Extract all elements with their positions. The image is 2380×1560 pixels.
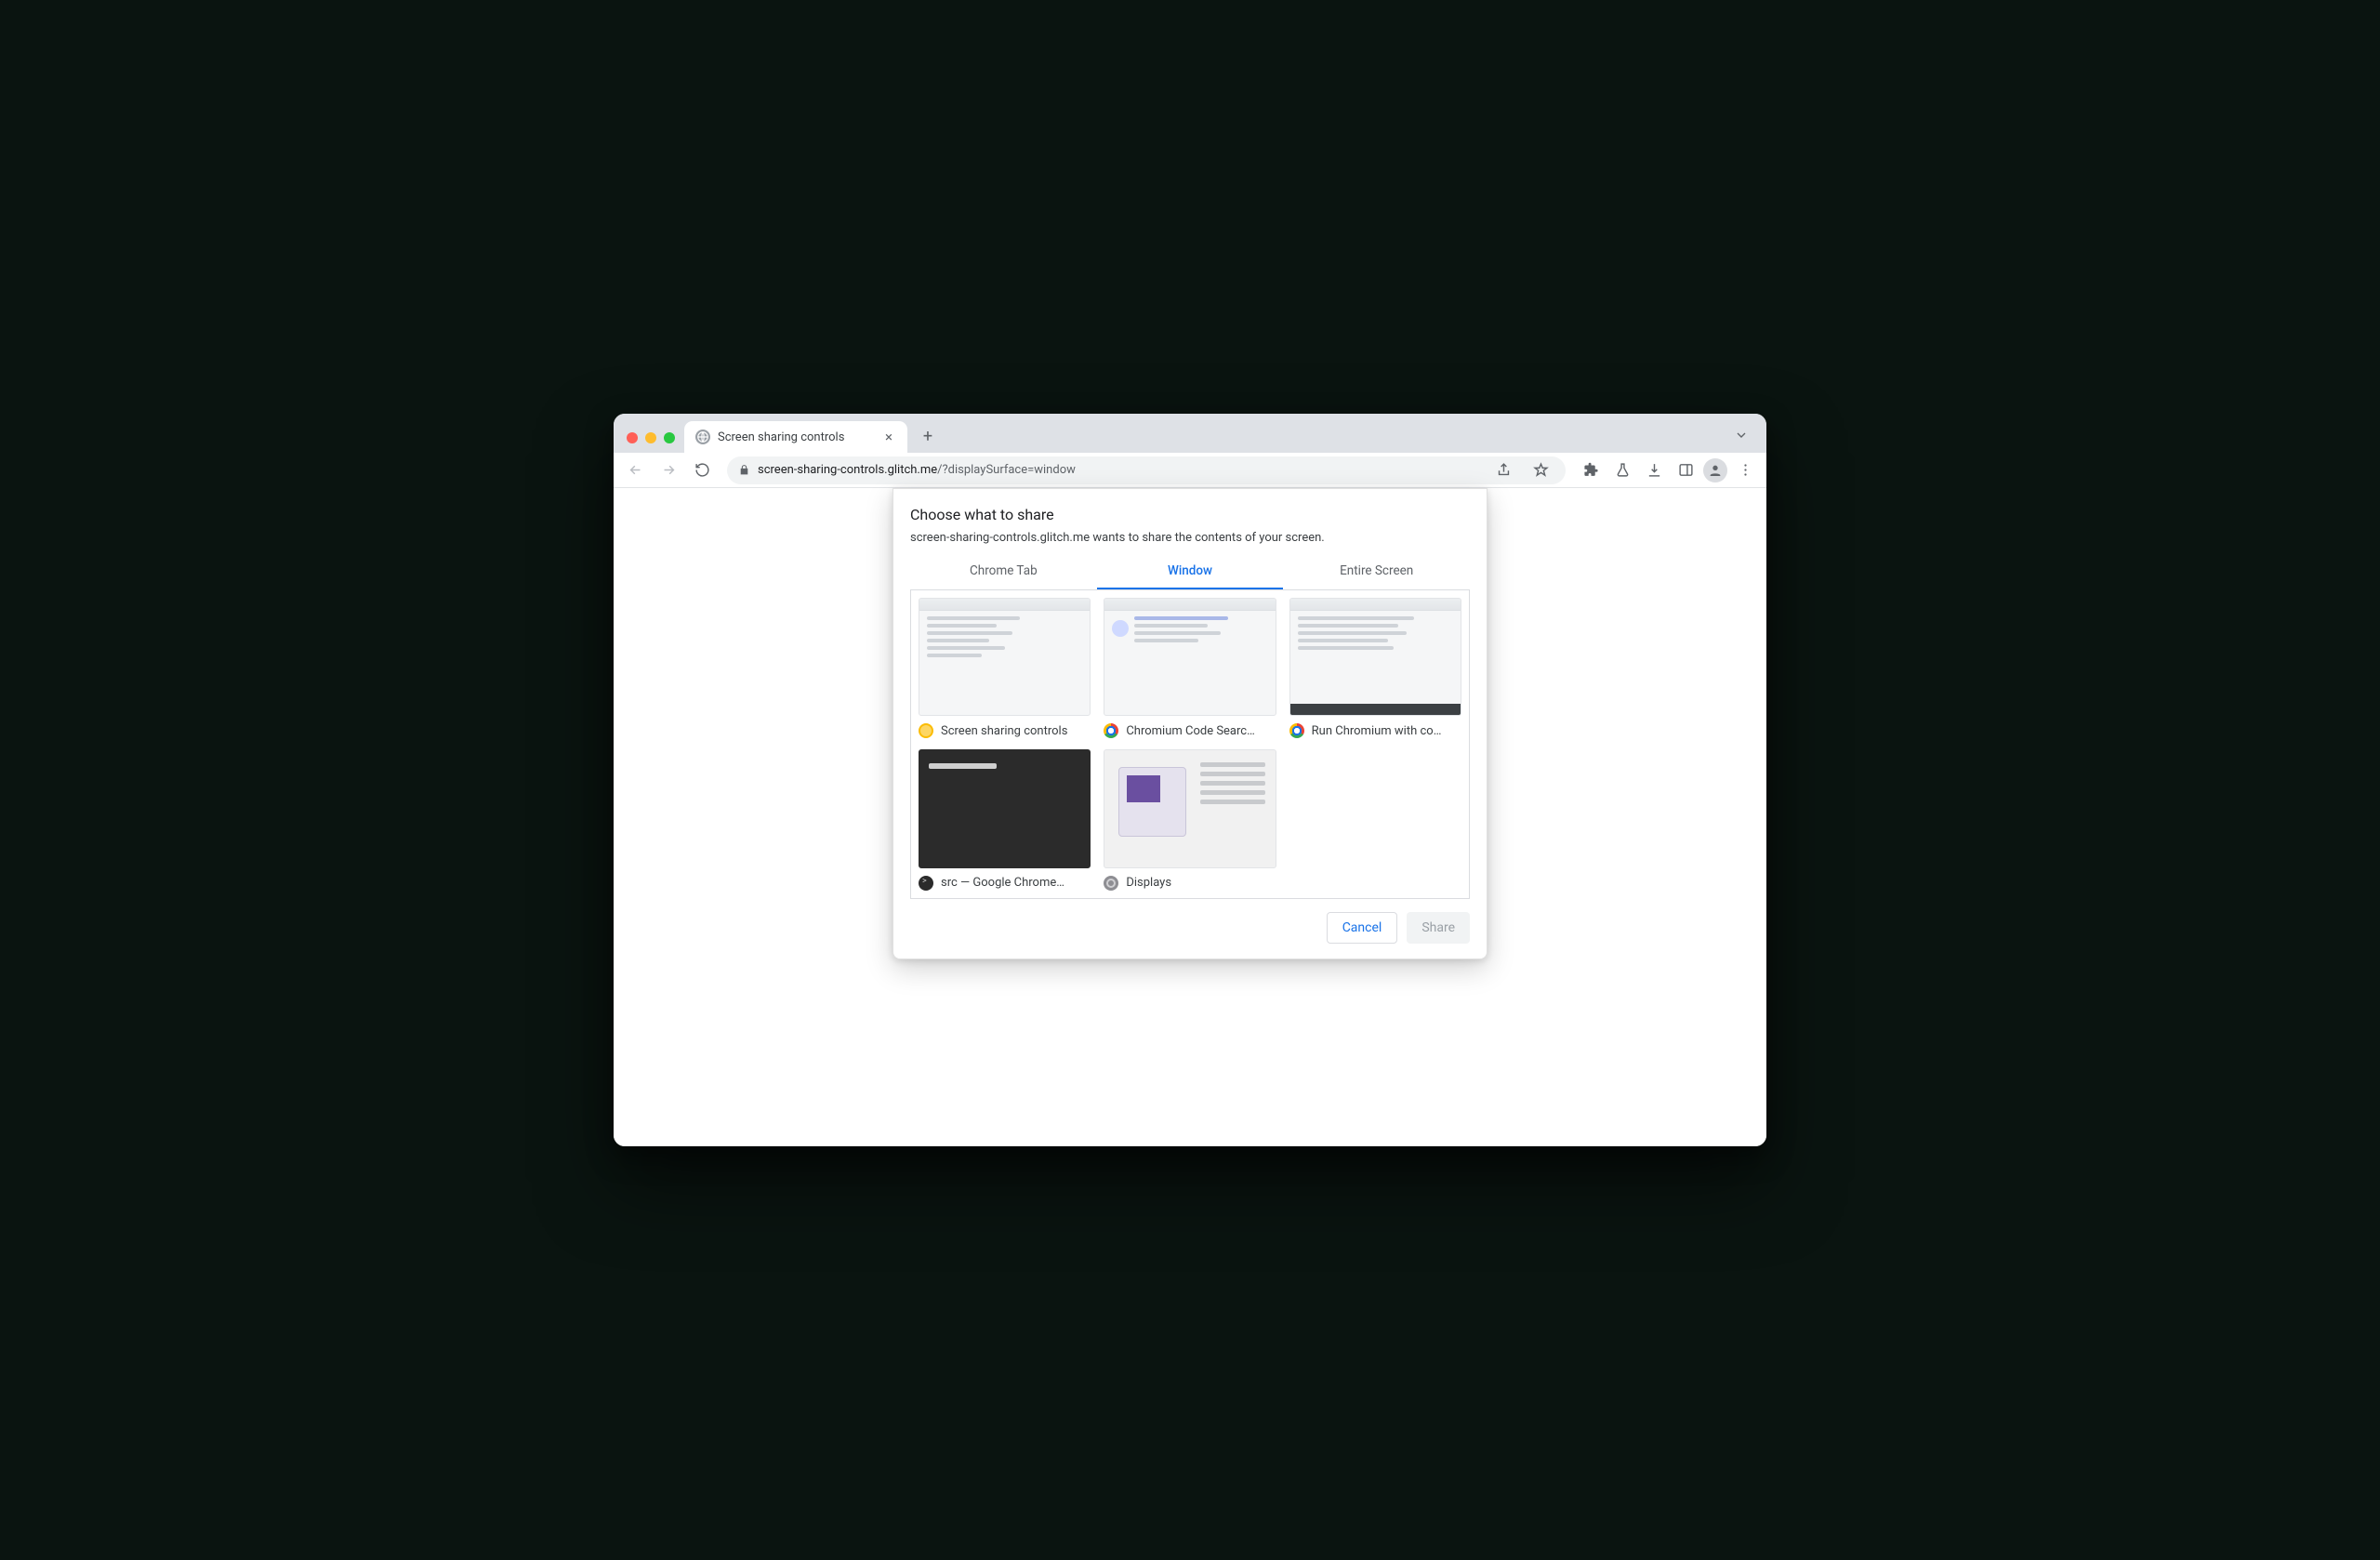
window-label: Run Chromium with co… (1312, 724, 1461, 738)
url-text: screen-sharing-controls.glitch.me/?displ… (758, 463, 1076, 477)
dialog-title: Choose what to share (910, 506, 1470, 523)
address-bar[interactable]: screen-sharing-controls.glitch.me/?displ… (727, 456, 1566, 484)
share-button[interactable]: Share (1407, 912, 1470, 944)
toolbar: screen-sharing-controls.glitch.me/?displ… (614, 453, 1766, 488)
window-controls (621, 432, 684, 453)
downloads-button[interactable] (1640, 456, 1668, 484)
share-sources: Screen sharing controls Chromium Code Se… (910, 589, 1470, 899)
dialog-actions: Cancel Share (893, 899, 1487, 945)
zoom-window-button[interactable] (664, 432, 675, 443)
tab-strip: Screen sharing controls × + (614, 414, 1766, 453)
window-label: Screen sharing controls (941, 724, 1091, 738)
share-dialog: Choose what to share screen-sharing-cont… (892, 488, 1488, 959)
new-tab-button[interactable]: + (915, 423, 941, 449)
terminal-icon (919, 876, 933, 891)
lock-icon (738, 464, 750, 476)
share-page-button[interactable] (1489, 456, 1517, 484)
share-source-card[interactable]: Run Chromium with co… (1289, 598, 1461, 738)
window-thumbnail (1289, 598, 1461, 716)
close-window-button[interactable] (627, 432, 638, 443)
window-thumbnail (1104, 598, 1276, 716)
bookmark-button[interactable] (1527, 456, 1554, 484)
window-label: Displays (1126, 876, 1276, 890)
share-source-card[interactable]: Chromium Code Searc… (1104, 598, 1276, 738)
browser-window: Screen sharing controls × + screen-shari… (614, 414, 1766, 1146)
window-label: Chromium Code Searc… (1126, 724, 1276, 738)
tab-chrome-tab[interactable]: Chrome Tab (910, 554, 1097, 589)
close-tab-button[interactable]: × (881, 430, 896, 444)
window-thumbnail (919, 749, 1091, 867)
chrome-canary-icon (919, 723, 933, 738)
window-thumbnail (919, 598, 1091, 716)
share-source-card[interactable]: Screen sharing controls (919, 598, 1091, 738)
profile-button[interactable] (1703, 458, 1727, 483)
tab-overflow-button[interactable] (1729, 423, 1753, 447)
back-button[interactable] (621, 456, 649, 484)
share-tabs: Chrome Tab Window Entire Screen (910, 554, 1470, 589)
page-content: Choose what to share screen-sharing-cont… (614, 488, 1766, 1146)
reload-button[interactable] (688, 456, 716, 484)
tab-title: Screen sharing controls (718, 430, 874, 444)
window-thumbnail (1104, 749, 1276, 867)
tab-entire-screen[interactable]: Entire Screen (1283, 554, 1470, 589)
browser-tab[interactable]: Screen sharing controls × (684, 421, 907, 453)
chrome-icon (1289, 723, 1304, 738)
tab-window[interactable]: Window (1097, 554, 1284, 589)
labs-button[interactable] (1608, 456, 1636, 484)
window-label: src — Google Chrome… (941, 876, 1091, 890)
dialog-subtitle: screen-sharing-controls.glitch.me wants … (910, 531, 1470, 545)
system-settings-icon (1104, 876, 1118, 891)
toolbar-right (1577, 456, 1759, 484)
side-panel-button[interactable] (1672, 456, 1699, 484)
menu-button[interactable] (1731, 456, 1759, 484)
extensions-button[interactable] (1577, 456, 1605, 484)
cancel-button[interactable]: Cancel (1327, 912, 1398, 944)
globe-icon (695, 430, 710, 444)
minimize-window-button[interactable] (645, 432, 656, 443)
forward-button[interactable] (654, 456, 682, 484)
share-source-card[interactable]: Displays (1104, 749, 1276, 890)
chrome-icon (1104, 723, 1118, 738)
share-source-card[interactable]: src — Google Chrome… (919, 749, 1091, 890)
